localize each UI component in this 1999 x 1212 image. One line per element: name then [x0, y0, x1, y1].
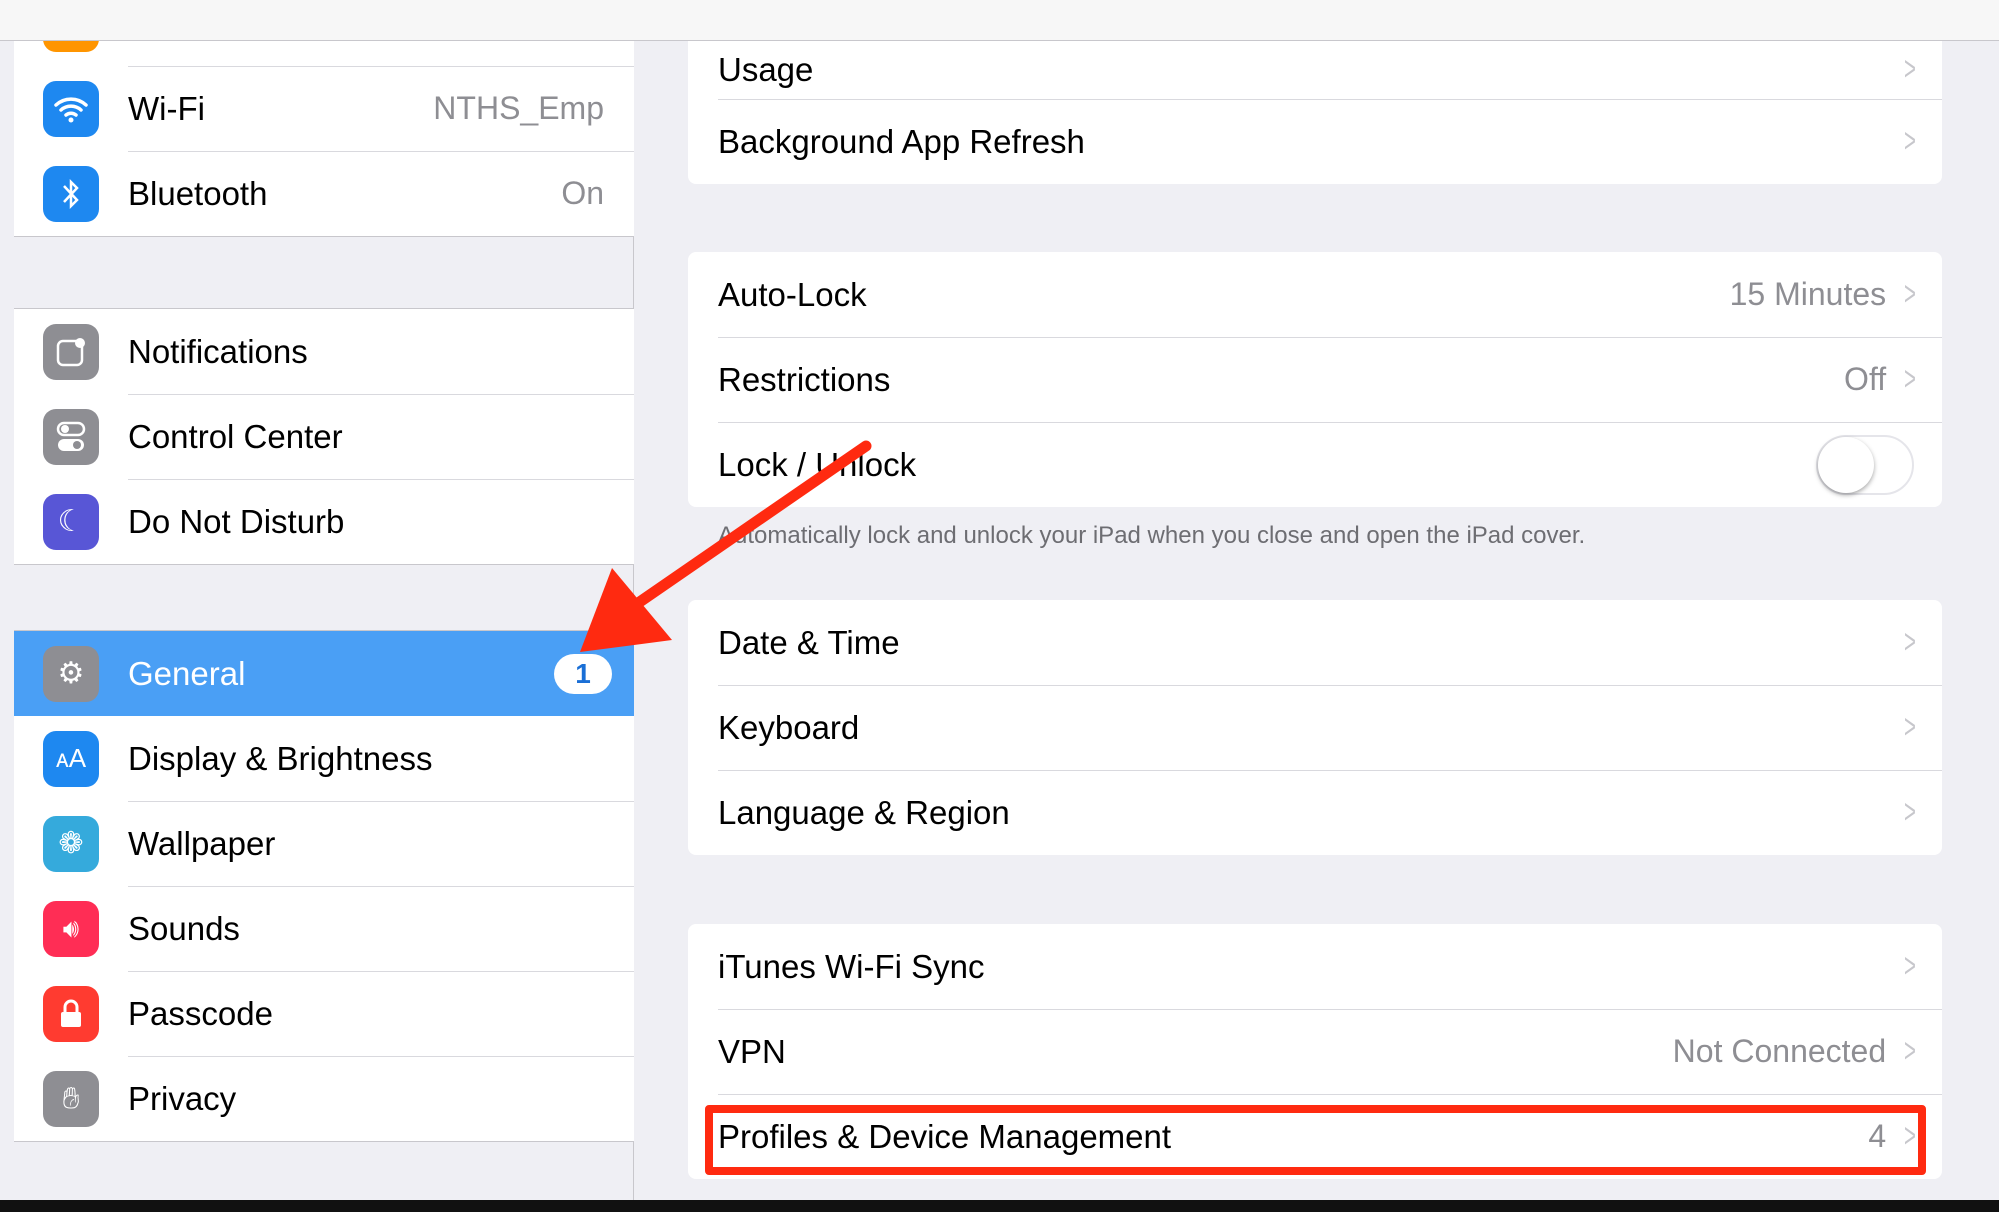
- annotation-arrow: [580, 440, 872, 652]
- bottom-edge: [0, 1200, 1999, 1212]
